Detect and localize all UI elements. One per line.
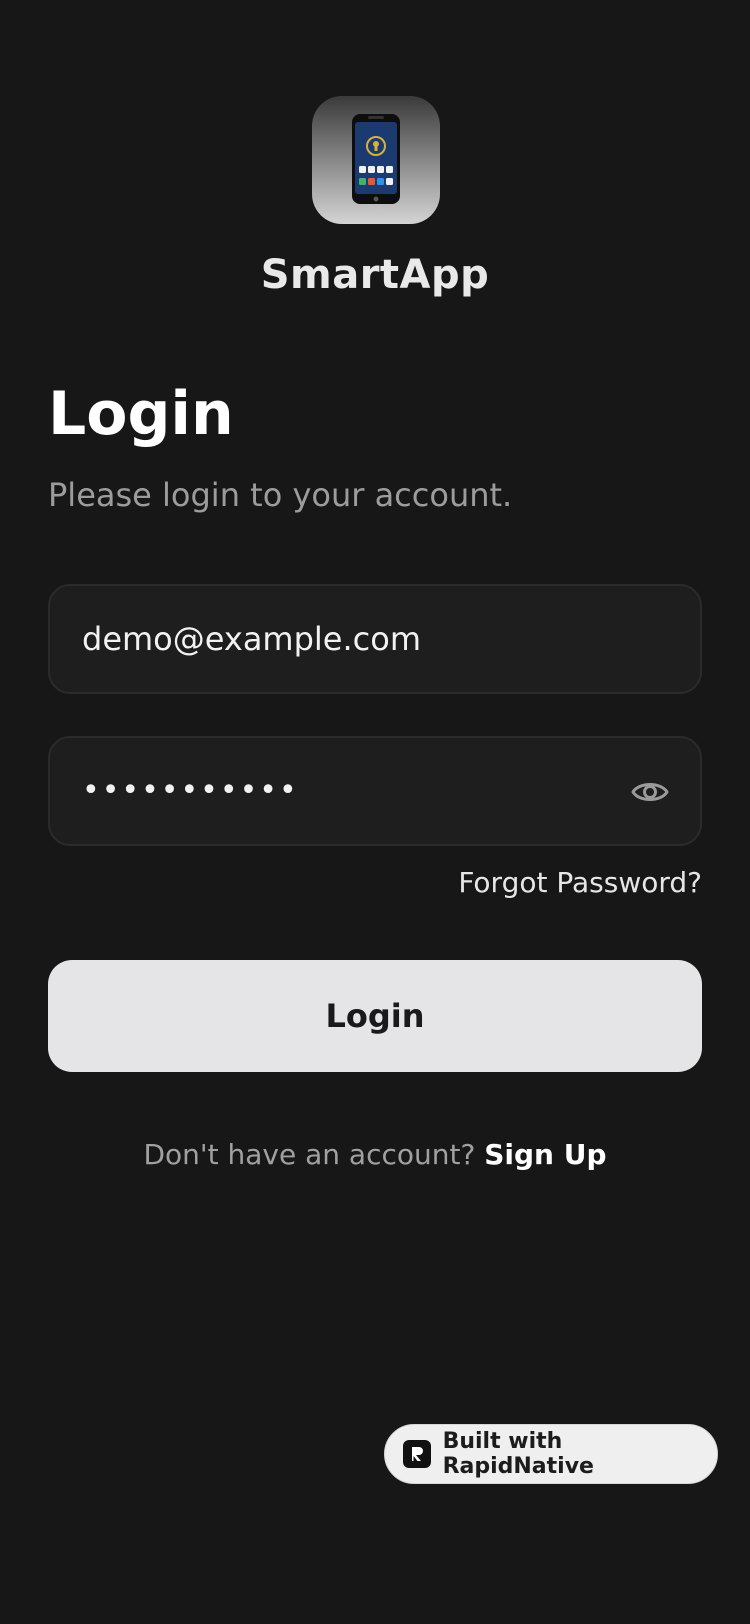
login-button[interactable]: Login [48,960,702,1072]
page-subtitle: Please login to your account. [48,476,513,514]
email-value: demo@example.com [82,620,421,658]
rapidnative-logo-icon [403,1440,431,1468]
app-logo [312,96,440,224]
eye-icon[interactable] [630,772,670,812]
badge-label: Built with RapidNative [442,1429,594,1479]
forgot-password-link[interactable]: Forgot Password? [458,866,702,899]
built-with-badge[interactable]: Built with RapidNative [384,1424,718,1484]
phone-app-icon [352,114,400,204]
signup-link[interactable]: Sign Up [484,1138,606,1171]
signup-row: Don't have an account? Sign Up [0,1138,750,1171]
app-name: SmartApp [260,252,490,298]
password-value: ••••••••••• [82,773,299,808]
email-field[interactable]: demo@example.com [48,584,702,694]
password-field[interactable]: ••••••••••• [48,736,702,846]
page-title: Login [48,379,234,449]
signup-prompt: Don't have an account? [143,1138,476,1171]
